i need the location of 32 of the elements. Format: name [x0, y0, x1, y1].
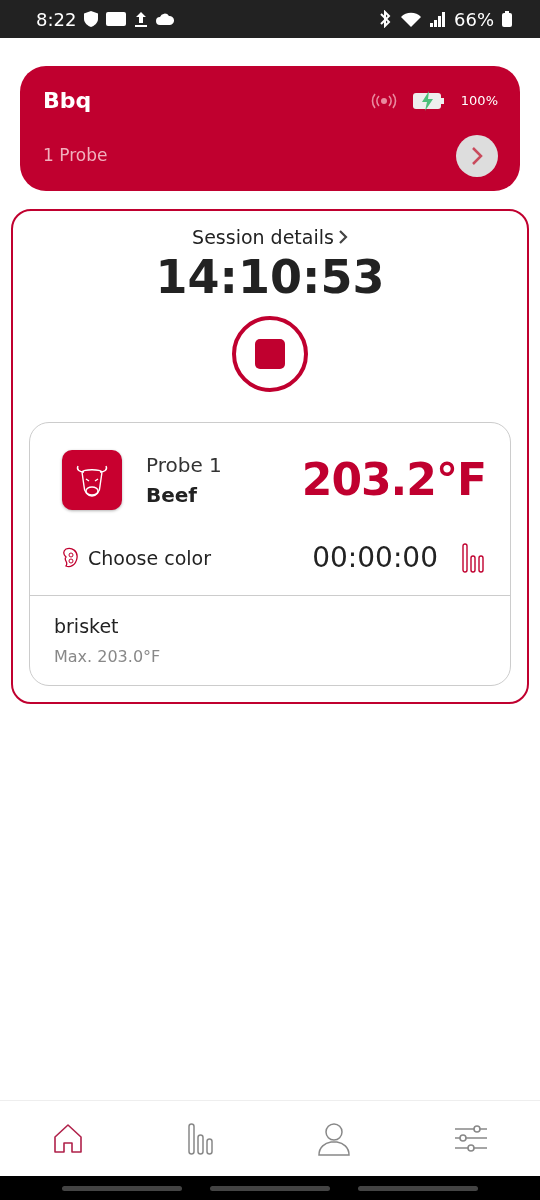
target-temperature: Max. 203.0°F	[54, 645, 162, 668]
probe-battery-percent: 100%	[460, 91, 498, 110]
chevron-right-icon	[337, 229, 348, 246]
bluetooth-icon	[378, 10, 392, 28]
shield-icon	[84, 11, 99, 27]
signal-waves-icon	[370, 92, 397, 109]
probe-name: Probe 1	[146, 452, 222, 480]
battery-icon	[502, 11, 512, 27]
device-card[interactable]: Bbq 100% 1 Probe	[20, 66, 520, 191]
elapsed-time: 14:10:53	[154, 251, 386, 303]
wifi-icon	[400, 11, 422, 27]
battery-percent: 66%	[454, 7, 494, 32]
charging-battery-icon	[412, 90, 445, 111]
cloud-icon	[156, 13, 175, 25]
clock: 8:22	[36, 7, 77, 32]
voicemail-icon	[106, 12, 127, 26]
probe-temperature: 203.2°F	[301, 453, 486, 508]
probe-count: 1 Probe	[43, 144, 108, 168]
open-device-button[interactable]	[456, 135, 498, 177]
session-details-link[interactable]: Session details	[192, 223, 348, 252]
probe-card[interactable]: Probe 1 Beef 203.2°F Choose color 00:00:00 brisket Max. 203.0°F	[29, 422, 511, 686]
probe-timer: 00:00:00	[312, 540, 438, 577]
chart-icon[interactable]	[462, 543, 486, 574]
choose-color-button[interactable]: Choose color	[62, 543, 211, 573]
meat-cut: brisket	[54, 614, 120, 640]
device-name: Bbq	[43, 87, 92, 115]
chevron-right-icon	[470, 146, 484, 166]
signal-icon	[430, 11, 446, 27]
meat-type: Beef	[146, 482, 199, 510]
palette-icon	[62, 547, 80, 570]
upload-icon	[134, 11, 149, 27]
cow-icon	[62, 450, 122, 511]
